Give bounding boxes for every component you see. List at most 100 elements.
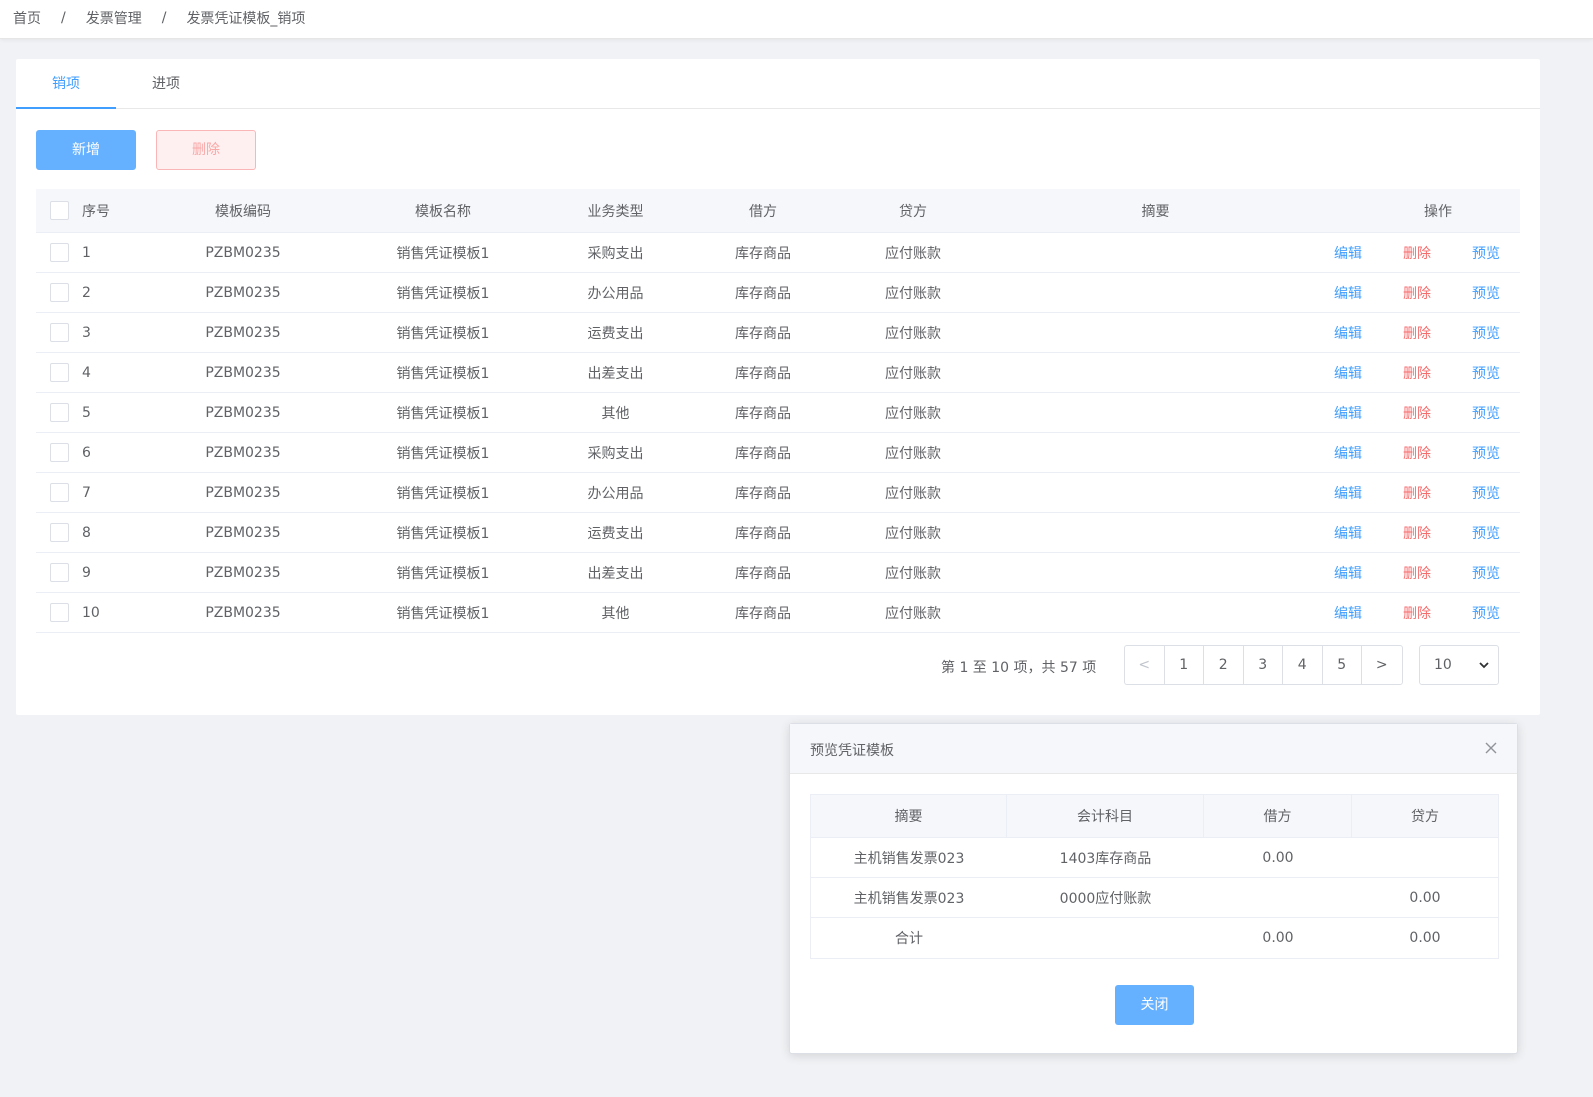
edit-link[interactable]: 编辑 [1334,403,1362,423]
breadcrumb-current: 发票凭证模板_销项 [186,11,306,27]
page-button-2[interactable]: 2 [1204,646,1244,684]
main-card: 销项 进项 新增 删除 序号 模板编码 模板名称 业务类型 借方 贷方 摘要 操… [16,59,1540,715]
edit-link[interactable]: 编辑 [1334,363,1362,383]
row-checkbox[interactable] [50,483,69,502]
next-page-button[interactable]: > [1362,646,1402,684]
chevron-down-icon [1479,662,1489,669]
row-code: PZBM0235 [205,284,281,301]
row-checkbox[interactable] [50,563,69,582]
row-type: 出差支出 [587,565,644,582]
header-credit: 贷方 [899,203,927,220]
template-table: 序号 模板编码 模板名称 业务类型 借方 贷方 摘要 操作 1 PZBM0235 销… [36,189,1520,633]
delete-link[interactable]: 删除 [1403,243,1431,263]
page-size-select[interactable]: 10 [1419,645,1499,685]
row-checkbox[interactable] [50,243,69,262]
row-actions: 编辑 删除 预览 [1318,323,1520,343]
delete-link[interactable]: 删除 [1403,603,1431,623]
preview-link[interactable]: 预览 [1472,323,1500,343]
row-actions: 编辑 删除 预览 [1318,563,1520,583]
breadcrumb-separator: / [61,10,66,26]
page-button-3[interactable]: 3 [1244,646,1283,684]
page-button-5[interactable]: 5 [1323,646,1362,684]
delete-link[interactable]: 删除 [1403,563,1431,583]
voucher-total-debit: 0.00 [1262,930,1294,946]
voucher-credit: 0.00 [1409,889,1441,906]
edit-link[interactable]: 编辑 [1334,323,1362,343]
voucher-total-credit: 0.00 [1409,930,1441,946]
edit-link[interactable]: 编辑 [1334,243,1362,263]
row-checkbox[interactable] [50,603,69,622]
prev-page-button[interactable]: < [1125,646,1165,684]
tab-sales[interactable]: 销项 [16,59,116,109]
row-code: PZBM0235 [205,564,281,581]
edit-link[interactable]: 编辑 [1334,483,1362,503]
row-index: 2 [82,284,91,301]
preview-link[interactable]: 预览 [1472,403,1500,423]
breadcrumb: 首页 / 发票管理 / 发票凭证模板_销项 [13,8,305,28]
close-button[interactable]: 关闭 [1115,985,1194,1025]
delete-link[interactable]: 删除 [1403,443,1431,463]
row-checkbox[interactable] [50,403,69,422]
row-select-cell [36,243,82,262]
row-credit: 应付账款 [885,285,941,302]
delete-link[interactable]: 删除 [1403,363,1431,383]
add-button[interactable]: 新增 [36,130,136,170]
delete-link[interactable]: 删除 [1403,283,1431,303]
page-button-4[interactable]: 4 [1283,646,1323,684]
edit-link[interactable]: 编辑 [1334,523,1362,543]
top-bar: 首页 / 发票管理 / 发票凭证模板_销项 [0,0,1593,39]
row-select-cell [36,563,82,582]
row-debit: 库存商品 [735,285,791,302]
preview-link[interactable]: 预览 [1472,483,1500,503]
delete-link[interactable]: 删除 [1403,523,1431,543]
breadcrumb-section[interactable]: 发票管理 [86,8,142,28]
row-checkbox[interactable] [50,443,69,462]
row-index: 10 [82,604,100,621]
header-debit: 借方 [749,203,777,220]
preview-link[interactable]: 预览 [1472,443,1500,463]
batch-delete-button[interactable]: 删除 [156,130,256,170]
select-all-checkbox[interactable] [50,201,69,220]
preview-link[interactable]: 预览 [1472,563,1500,583]
voucher-header-credit: 贷方 [1411,809,1439,825]
row-credit: 应付账款 [885,245,941,262]
row-index: 7 [82,484,91,501]
edit-link[interactable]: 编辑 [1334,603,1362,623]
row-index: 1 [82,244,91,261]
row-index: 9 [82,564,91,581]
voucher-summary: 主机销售发票023 [853,850,965,867]
row-debit: 库存商品 [735,565,791,582]
row-credit: 应付账款 [885,405,941,422]
row-checkbox[interactable] [50,283,69,302]
edit-link[interactable]: 编辑 [1334,563,1362,583]
row-checkbox[interactable] [50,523,69,542]
row-index: 8 [82,524,91,541]
row-name: 销售凭证模板1 [396,325,490,342]
delete-link[interactable]: 删除 [1403,403,1431,423]
preview-link[interactable]: 预览 [1472,283,1500,303]
header-type: 业务类型 [587,203,644,220]
edit-link[interactable]: 编辑 [1334,443,1362,463]
row-name: 销售凭证模板1 [396,365,490,382]
row-checkbox[interactable] [50,363,69,382]
row-debit: 库存商品 [735,605,791,622]
row-select-cell [36,363,82,382]
row-actions: 编辑 删除 预览 [1318,363,1520,383]
tab-purchase[interactable]: 进项 [116,59,216,109]
preview-link[interactable]: 预览 [1472,243,1500,263]
row-checkbox[interactable] [50,323,69,342]
row-index: 6 [82,444,91,461]
edit-link[interactable]: 编辑 [1334,283,1362,303]
preview-link[interactable]: 预览 [1472,363,1500,383]
voucher-debit: 0.00 [1262,849,1294,866]
voucher-header-summary: 摘要 [811,795,1007,837]
row-select-cell [36,523,82,542]
delete-link[interactable]: 删除 [1403,323,1431,343]
row-credit: 应付账款 [885,525,941,542]
breadcrumb-home[interactable]: 首页 [13,8,41,28]
delete-link[interactable]: 删除 [1403,483,1431,503]
close-icon[interactable] [1481,738,1501,758]
preview-link[interactable]: 预览 [1472,523,1500,543]
preview-link[interactable]: 预览 [1472,603,1500,623]
page-button-1[interactable]: 1 [1165,646,1204,684]
